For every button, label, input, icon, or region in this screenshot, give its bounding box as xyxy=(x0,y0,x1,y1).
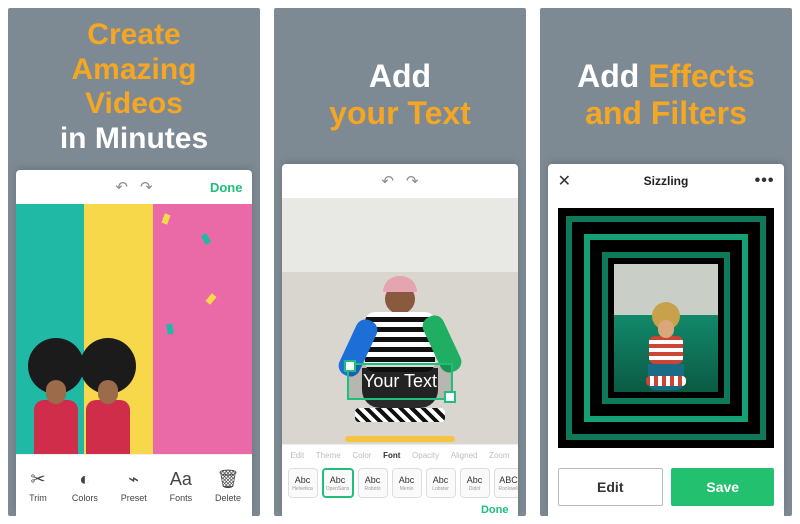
skateboard-illustration xyxy=(345,436,455,442)
more-icon[interactable]: ••• xyxy=(734,172,774,190)
title-line: in Minutes xyxy=(60,122,208,157)
font-option[interactable]: AbcOpenSans xyxy=(322,468,354,498)
video-canvas[interactable] xyxy=(16,204,253,454)
tool-fonts[interactable]: AaFonts xyxy=(170,468,193,503)
panel-3-title: Add Effects and Filters xyxy=(571,8,761,164)
person-illustration xyxy=(340,284,460,434)
fonts-icon: Aa xyxy=(170,468,192,490)
clip-left xyxy=(16,204,153,454)
font-option[interactable]: ABCRockwell xyxy=(494,468,519,498)
title-line: Add xyxy=(329,58,471,95)
promo-panel-1: Create Amazing Videos in Minutes ↶ ↷ Don… xyxy=(8,8,260,516)
font-option[interactable]: AbcHelvetica xyxy=(288,468,318,498)
close-icon[interactable]: ✕ xyxy=(558,171,598,191)
undo-icon[interactable]: ↶ xyxy=(115,178,128,196)
title-line: Add Effects xyxy=(577,58,755,95)
tool-colors[interactable]: ◐Colors xyxy=(72,468,98,503)
effect-preview[interactable] xyxy=(558,208,775,448)
save-button[interactable]: Save xyxy=(671,468,774,506)
phone-mock-3: ✕ Sizzling ••• Edit Save xyxy=(548,164,785,516)
effect-preview-wrap xyxy=(548,198,785,458)
tool-trim[interactable]: ✂Trim xyxy=(27,468,49,503)
panel-2-title: Add your Text xyxy=(323,8,477,164)
editor-topbar: ↶ ↷ Done xyxy=(16,170,253,204)
tab-edit[interactable]: Edit xyxy=(290,451,304,460)
phone-mock-2: ↶ ↷ Your Text Edit Theme Color Font Opac… xyxy=(282,164,519,516)
preset-icon: ⌁ xyxy=(123,468,145,490)
photo-illustration xyxy=(614,264,719,392)
tab-font[interactable]: Font xyxy=(383,451,400,460)
font-picker: AbcHelvetica AbcOpenSans AbcRoboto AbcMe… xyxy=(282,464,519,500)
promo-panel-2: Add your Text ↶ ↷ Your Text Edit Theme C… xyxy=(274,8,526,516)
scissors-icon: ✂ xyxy=(27,468,49,490)
tool-preset[interactable]: ⌁Preset xyxy=(121,468,147,503)
redo-icon[interactable]: ↷ xyxy=(140,178,153,196)
person-illustration xyxy=(76,338,140,454)
phone-mock-1: ↶ ↷ Done ✂Trim ◐Colors ⌁Preset AaFonts 🗑… xyxy=(16,170,253,516)
undo-icon[interactable]: ↶ xyxy=(381,172,394,190)
effect-topbar: ✕ Sizzling ••• xyxy=(548,164,785,198)
title-line: Create xyxy=(60,18,208,53)
editor-topbar: ↶ ↷ xyxy=(282,164,519,198)
font-option[interactable]: AbcMenlo xyxy=(392,468,422,498)
font-option[interactable]: AbcDidot xyxy=(460,468,490,498)
palette-icon: ◐ xyxy=(74,468,96,490)
title-line: your Text xyxy=(329,95,471,132)
title-line: and Filters xyxy=(577,95,755,132)
effect-title: Sizzling xyxy=(644,174,689,188)
editor-toolbar: ✂Trim ◐Colors ⌁Preset AaFonts 🗑Delete xyxy=(16,454,253,516)
tab-zoom[interactable]: Zoom xyxy=(489,451,509,460)
tab-color[interactable]: Color xyxy=(352,451,371,460)
title-line: Amazing xyxy=(60,53,208,88)
tab-opacity[interactable]: Opacity xyxy=(412,451,439,460)
tool-delete[interactable]: 🗑Delete xyxy=(215,468,241,503)
text-overlay-input[interactable]: Your Text xyxy=(347,363,453,400)
effect-actions: Edit Save xyxy=(548,458,785,516)
trash-icon: 🗑 xyxy=(217,468,239,490)
clip-right xyxy=(153,204,252,454)
panel-1-title: Create Amazing Videos in Minutes xyxy=(54,8,214,170)
font-option[interactable]: AbcLobster xyxy=(426,468,456,498)
title-line: Videos xyxy=(60,87,208,122)
tab-aligned[interactable]: Aligned xyxy=(451,451,478,460)
tab-theme[interactable]: Theme xyxy=(316,451,341,460)
promo-panel-3: Add Effects and Filters ✕ Sizzling ••• E… xyxy=(540,8,792,516)
video-canvas[interactable]: Your Text xyxy=(282,198,519,444)
done-button[interactable]: Done xyxy=(282,500,519,516)
text-edit-tabs: Edit Theme Color Font Opacity Aligned Zo… xyxy=(282,444,519,464)
redo-icon[interactable]: ↷ xyxy=(406,172,419,190)
edit-button[interactable]: Edit xyxy=(558,468,663,506)
done-button[interactable]: Done xyxy=(202,180,242,195)
font-option[interactable]: AbcRoboto xyxy=(358,468,388,498)
